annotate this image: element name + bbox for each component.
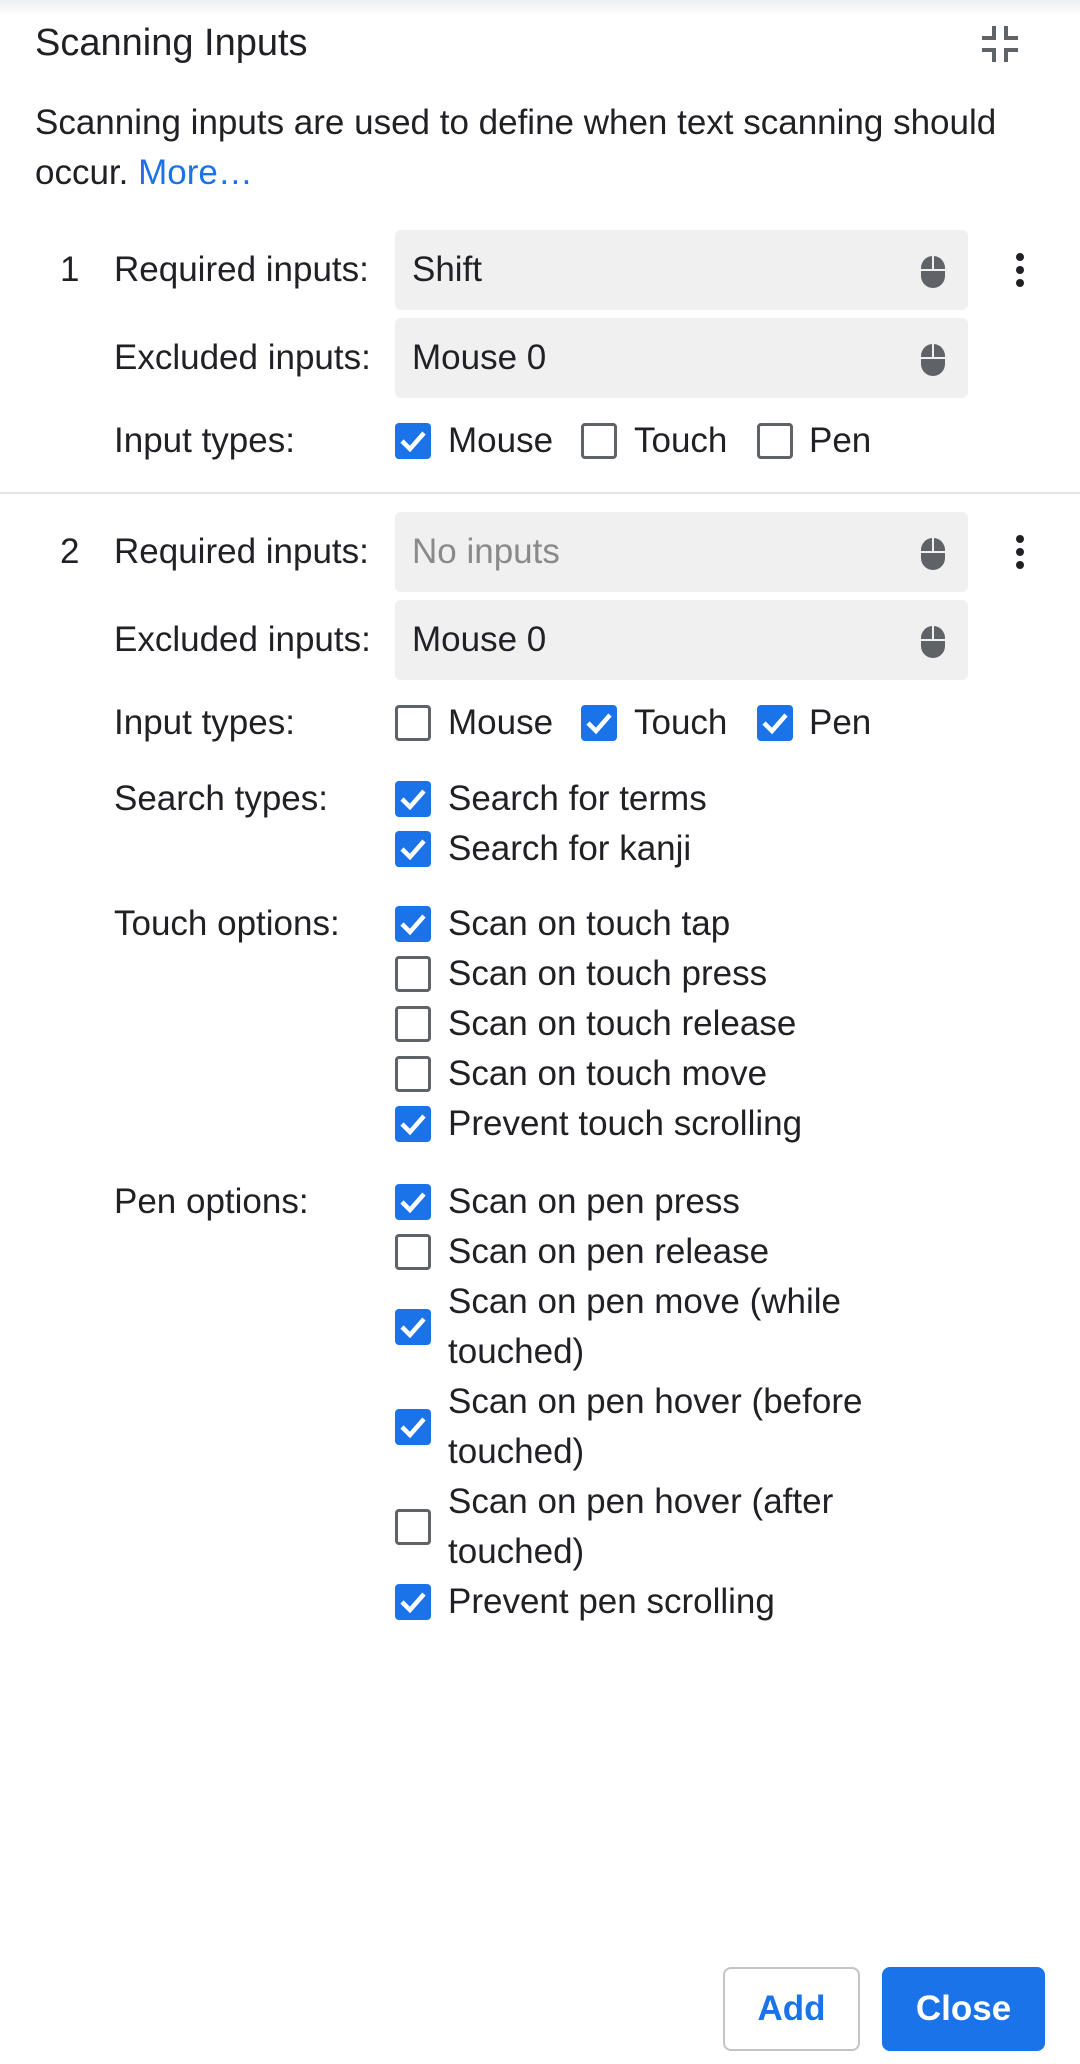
pen-press-label: Scan on pen press xyxy=(448,1182,740,1221)
input-2-excluded-label: Excluded inputs: xyxy=(114,620,371,659)
input-1-index: 1 xyxy=(60,250,80,289)
pen-move-label-line2: touched) xyxy=(448,1332,585,1371)
mouse-icon xyxy=(920,626,946,658)
input-2-type-touch-checkbox[interactable] xyxy=(581,705,617,741)
input-1-menu-button[interactable] xyxy=(1002,240,1038,300)
dialog-top-shadow xyxy=(0,0,1080,16)
prevent-pen-scrolling-checkbox[interactable] xyxy=(395,1584,431,1620)
pen-release-label: Scan on pen release xyxy=(448,1232,770,1271)
pen-hover-before-label-line2: touched) xyxy=(448,1432,585,1471)
search-kanji-checkbox[interactable] xyxy=(395,831,431,867)
input-2-type-mouse-label: Mouse xyxy=(448,703,554,742)
mouse-icon xyxy=(920,344,946,376)
input-1-excluded-value: Mouse 0 xyxy=(412,338,547,377)
touch-press-checkbox[interactable] xyxy=(395,956,431,992)
mouse-icon xyxy=(920,256,946,288)
pen-hover-after-label: Scan on pen hover (after xyxy=(448,1482,834,1521)
add-button[interactable]: Add xyxy=(723,1967,860,2051)
input-2-excluded-field[interactable]: Mouse 0 xyxy=(395,600,968,680)
more-vert-icon xyxy=(1016,253,1024,287)
search-types-label: Search types: xyxy=(114,779,328,818)
input-1-types-label: Input types: xyxy=(114,421,295,460)
section-divider xyxy=(0,492,1080,494)
prevent-touch-scrolling-checkbox[interactable] xyxy=(395,1106,431,1142)
pen-move-label: Scan on pen move (while xyxy=(448,1282,841,1321)
collapse-button[interactable] xyxy=(976,20,1024,68)
input-2-type-pen-checkbox[interactable] xyxy=(757,705,793,741)
input-1-type-pen-checkbox[interactable] xyxy=(757,423,793,459)
more-vert-icon xyxy=(1016,535,1024,569)
touch-release-label: Scan on touch release xyxy=(448,1004,797,1043)
touch-release-checkbox[interactable] xyxy=(395,1006,431,1042)
input-2-index: 2 xyxy=(60,532,80,571)
collapse-arrows-icon xyxy=(982,26,1018,62)
input-1-excluded-field[interactable]: Mouse 0 xyxy=(395,318,968,398)
input-1-type-touch-label: Touch xyxy=(634,421,728,460)
input-1-required-label: Required inputs: xyxy=(114,250,369,289)
touch-move-checkbox[interactable] xyxy=(395,1056,431,1092)
touch-tap-checkbox[interactable] xyxy=(395,906,431,942)
pen-move-checkbox[interactable] xyxy=(395,1309,431,1345)
pen-press-checkbox[interactable] xyxy=(395,1184,431,1220)
input-1-type-mouse-label: Mouse xyxy=(448,421,554,460)
input-2-required-field[interactable]: No inputs xyxy=(395,512,968,592)
prevent-touch-scrolling-label: Prevent touch scrolling xyxy=(448,1104,803,1143)
input-1-type-mouse-checkbox[interactable] xyxy=(395,423,431,459)
pen-hover-after-checkbox[interactable] xyxy=(395,1509,431,1545)
input-2-type-mouse-checkbox[interactable] xyxy=(395,705,431,741)
more-link[interactable]: More… xyxy=(138,153,253,192)
input-2-required-label: Required inputs: xyxy=(114,532,369,571)
input-1-type-pen-label: Pen xyxy=(809,421,872,460)
input-1-type-touch-checkbox[interactable] xyxy=(581,423,617,459)
input-2-required-placeholder: No inputs xyxy=(412,532,560,571)
input-2-type-touch-label: Touch xyxy=(634,703,728,742)
input-1-excluded-label: Excluded inputs: xyxy=(114,338,371,377)
touch-tap-label: Scan on touch tap xyxy=(448,904,731,943)
touch-press-label: Scan on touch press xyxy=(448,954,768,993)
pen-hover-after-label-line2: touched) xyxy=(448,1532,585,1571)
pen-release-checkbox[interactable] xyxy=(395,1234,431,1270)
pen-options-label: Pen options: xyxy=(114,1182,309,1221)
touch-move-label: Scan on touch move xyxy=(448,1054,768,1093)
search-kanji-label: Search for kanji xyxy=(448,829,692,868)
dialog-title: Scanning Inputs xyxy=(35,22,308,64)
input-2-excluded-value: Mouse 0 xyxy=(412,620,547,659)
touch-options-label: Touch options: xyxy=(114,904,340,943)
search-terms-checkbox[interactable] xyxy=(395,781,431,817)
pen-hover-before-label: Scan on pen hover (before xyxy=(448,1382,863,1421)
pen-hover-before-checkbox[interactable] xyxy=(395,1409,431,1445)
mouse-icon xyxy=(920,538,946,570)
input-1-required-value: Shift xyxy=(412,250,483,289)
close-button[interactable]: Close xyxy=(882,1967,1045,2051)
dialog-description: Scanning inputs are used to define when … xyxy=(35,98,1025,198)
search-terms-label: Search for terms xyxy=(448,779,707,818)
input-1-required-field[interactable]: Shift xyxy=(395,230,968,310)
input-2-type-pen-label: Pen xyxy=(809,703,872,742)
prevent-pen-scrolling-label: Prevent pen scrolling xyxy=(448,1582,775,1621)
input-2-menu-button[interactable] xyxy=(1002,522,1038,582)
input-2-types-label: Input types: xyxy=(114,703,295,742)
